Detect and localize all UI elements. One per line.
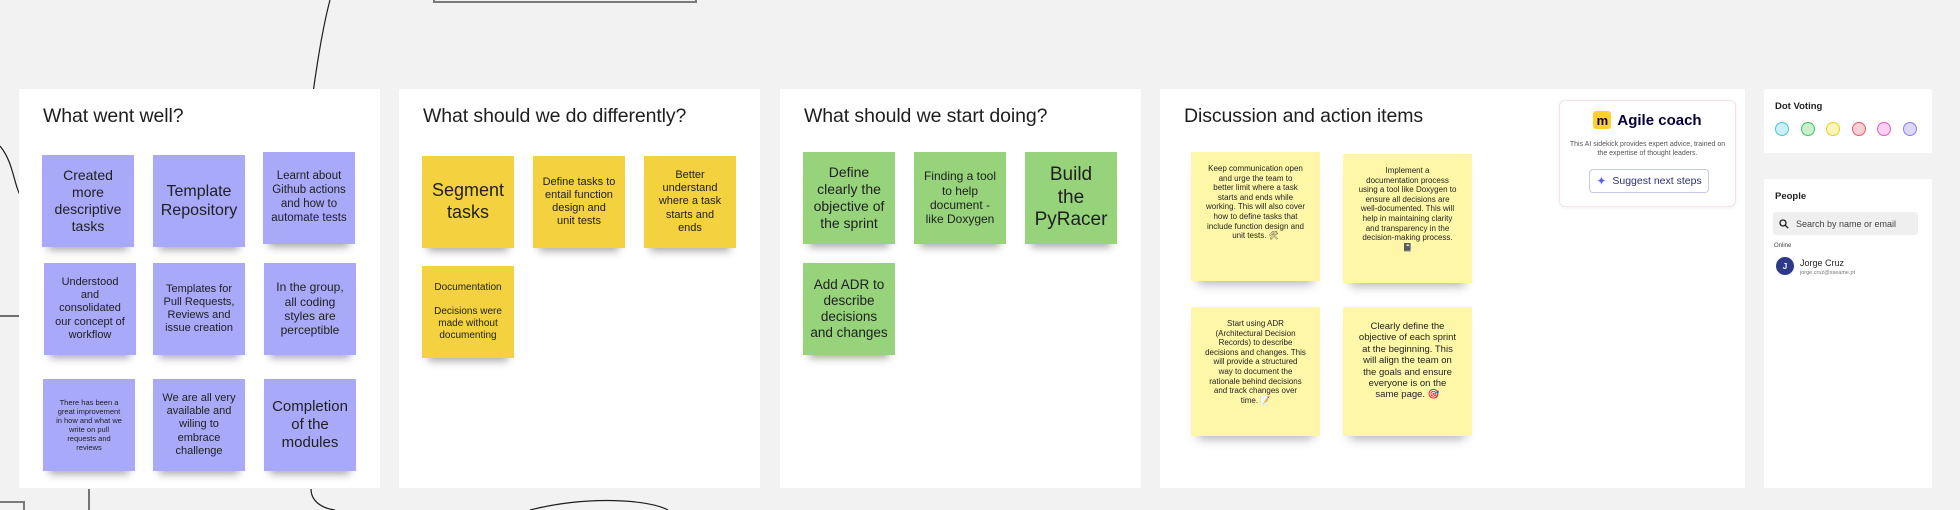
sticky-note[interactable]: Templates for Pull Requests, Reviews and…	[153, 263, 245, 355]
sticky-note[interactable]: Better understand where a task starts an…	[644, 156, 736, 248]
sticky-note[interactable]: Documentation Decisions were made withou…	[422, 266, 514, 358]
agile-coach-description: This AI sidekick provides expert advice,…	[1569, 141, 1726, 158]
search-icon	[1779, 218, 1789, 229]
sticky-note[interactable]: Template Repository	[153, 155, 245, 247]
sticky-note[interactable]: Clearly define the objective of each spr…	[1343, 307, 1472, 436]
suggest-next-steps-button[interactable]: ✦ Suggest next steps	[1589, 169, 1709, 193]
online-label: Online	[1774, 243, 1792, 249]
vote-dot-5[interactable]	[1877, 122, 1891, 136]
people-search-input[interactable]: Search by name or email	[1773, 212, 1918, 235]
vote-dot-4[interactable]	[1851, 122, 1866, 136]
frame-title: What went well?	[43, 105, 184, 127]
sticky-note[interactable]: Segment tasks	[422, 156, 514, 248]
frame-start-doing[interactable]: What should we start doing? Define clear…	[780, 89, 1141, 488]
sticky-note[interactable]: Define tasks to entail function design a…	[533, 156, 625, 248]
frame-what-went-well[interactable]: What went well? Created more descriptive…	[19, 89, 380, 488]
sticky-note[interactable]: Learnt about Github actions and how to a…	[263, 152, 355, 244]
suggest-next-steps-label: Suggest next steps	[1612, 175, 1702, 187]
agile-coach-header: m Agile coach	[1560, 111, 1735, 129]
sticky-note[interactable]: Finding a tool to help document - like D…	[914, 152, 1006, 244]
people-title: People	[1775, 191, 1807, 202]
vote-dot-3[interactable]	[1826, 122, 1840, 136]
offscreen-frame-edge	[0, 501, 25, 510]
sticky-note[interactable]: Created more descriptive tasks	[42, 155, 134, 247]
sticky-note[interactable]: In the group, all coding styles are perc…	[264, 263, 356, 355]
vote-dot-1[interactable]	[1775, 122, 1789, 136]
miro-logo-icon: m	[1593, 111, 1612, 129]
connector-line	[310, 488, 336, 510]
sticky-note[interactable]: Understood and consolidated our concept …	[44, 263, 136, 355]
dot-voting-title: Dot Voting	[1775, 101, 1823, 112]
sticky-note[interactable]: There has been a great improvement in ho…	[43, 379, 135, 471]
sticky-note[interactable]: Keep communication open and urge the tea…	[1191, 152, 1320, 281]
dot-voting-panel: Dot Voting	[1764, 89, 1932, 153]
frame-title: What should we do differently?	[423, 105, 687, 127]
sticky-note[interactable]: Add ADR to describe decisions and change…	[803, 263, 895, 355]
sparkle-icon: ✦	[1596, 174, 1607, 188]
sticky-note[interactable]: We are all very available and wiling to …	[153, 379, 245, 471]
agile-coach-card[interactable]: m Agile coach This AI sidekick provides …	[1559, 100, 1736, 207]
search-placeholder: Search by name or email	[1796, 218, 1897, 229]
frame-do-differently[interactable]: What should we do differently? Segment t…	[399, 89, 760, 488]
vote-dot-6[interactable]	[1902, 122, 1917, 136]
user-name: Jorge Cruz	[1800, 258, 1845, 268]
user-email: jorge.cruz@sseame.pt	[1800, 270, 1856, 276]
agile-coach-title: Agile coach	[1617, 111, 1702, 129]
vote-dot-2[interactable]	[1800, 122, 1815, 136]
people-panel: People Search by name or email Online J …	[1764, 179, 1932, 488]
sticky-note[interactable]: Build the PyRacer	[1025, 152, 1117, 244]
frame-title: Discussion and action items	[1184, 105, 1423, 127]
sticky-note[interactable]: Define clearly the objective of the spri…	[803, 152, 895, 244]
frame-title: What should we start doing?	[804, 105, 1048, 127]
sticky-note[interactable]: Start using ADR (Architectural Decision …	[1191, 307, 1320, 436]
sticky-note[interactable]: Completion of the modules	[264, 379, 356, 471]
avatar[interactable]: J	[1776, 257, 1794, 275]
sticky-note[interactable]: Implement a documentation process using …	[1343, 154, 1472, 283]
connector-line	[529, 499, 669, 510]
offscreen-frame-edge	[433, 0, 697, 3]
